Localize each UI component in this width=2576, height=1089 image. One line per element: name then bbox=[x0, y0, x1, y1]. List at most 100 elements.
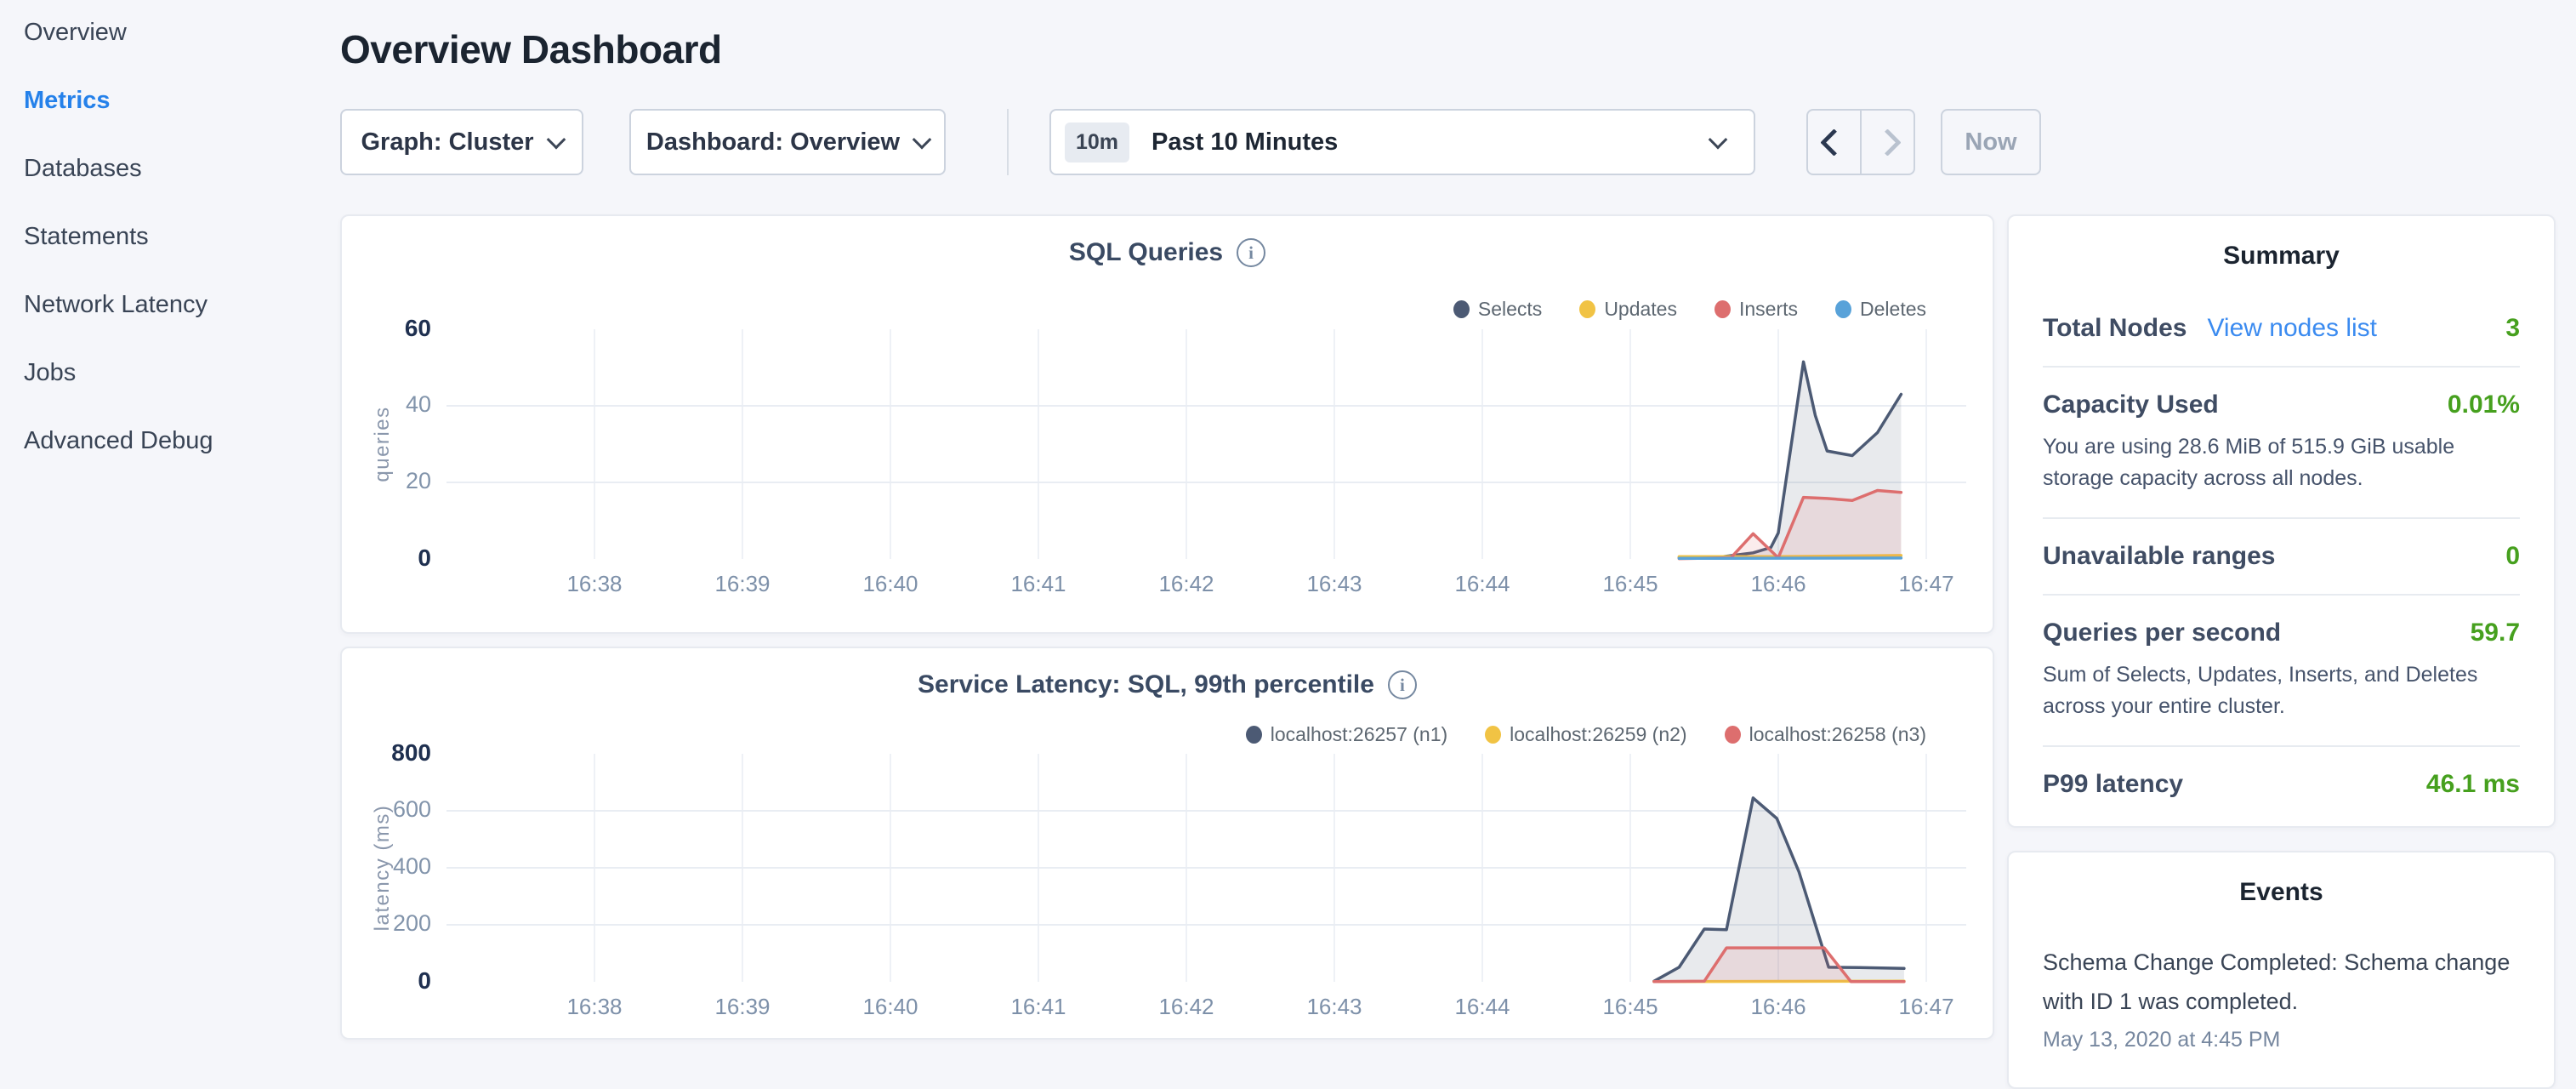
summary-row-capacity-used: Capacity Used 0.01% You are using 28.6 M… bbox=[2043, 368, 2520, 519]
summary-title: Summary bbox=[2043, 242, 2520, 271]
time-step-forward-button[interactable] bbox=[1860, 111, 1914, 174]
x-tick-label: 16:40 bbox=[831, 571, 950, 597]
legend-label: Deletes bbox=[1860, 298, 1926, 321]
x-tick-label: 16:40 bbox=[831, 994, 950, 1020]
sql-queries-plot-area bbox=[446, 329, 1966, 559]
summary-label: Capacity Used bbox=[2043, 391, 2219, 419]
time-range-badge: 10m bbox=[1065, 123, 1129, 162]
chart-legend: localhost:26257 (n1) localhost:26259 (n2)… bbox=[1246, 723, 1926, 746]
summary-label: Queries per second bbox=[2043, 619, 2281, 647]
summary-value: 3 bbox=[2505, 314, 2520, 343]
right-column: Summary Total Nodes View nodes list 3 Ca… bbox=[2007, 214, 2556, 1089]
info-icon[interactable]: i bbox=[1388, 670, 1417, 699]
legend-item: Selects bbox=[1453, 298, 1542, 321]
time-range-dropdown[interactable]: 10m Past 10 Minutes bbox=[1049, 109, 1755, 175]
x-tick-label: 16:43 bbox=[1275, 994, 1394, 1020]
chart-series-svg bbox=[446, 329, 1966, 559]
events-panel: Events Schema Change Completed: Schema c… bbox=[2007, 851, 2556, 1089]
sidebar-item-network-latency[interactable]: Network Latency bbox=[0, 288, 340, 356]
legend-label: Selects bbox=[1478, 298, 1542, 321]
legend-item: localhost:26258 (n3) bbox=[1725, 723, 1926, 746]
sidebar-item-statements[interactable]: Statements bbox=[0, 220, 340, 288]
y-tick-label: 600 bbox=[338, 796, 431, 823]
summary-value: 59.7 bbox=[2471, 619, 2520, 647]
graph-scope-dropdown[interactable]: Graph: Cluster bbox=[340, 109, 583, 175]
legend-dot-icon bbox=[1835, 300, 1851, 318]
x-tick-label: 16:47 bbox=[1867, 571, 1986, 597]
summary-row-total-nodes: Total Nodes View nodes list 3 bbox=[2043, 291, 2520, 368]
chart-legend: Selects Updates Inserts Deletes bbox=[1453, 298, 1926, 321]
x-tick-label: 16:45 bbox=[1571, 994, 1690, 1020]
x-tick-label: 16:43 bbox=[1275, 571, 1394, 597]
sidebar-item-databases[interactable]: Databases bbox=[0, 151, 340, 220]
legend-dot-icon bbox=[1246, 726, 1262, 744]
sidebar-item-overview[interactable]: Overview bbox=[0, 15, 340, 83]
legend-label: Updates bbox=[1604, 298, 1677, 321]
chevron-down-icon bbox=[913, 130, 932, 150]
view-nodes-list-link[interactable]: View nodes list bbox=[2207, 314, 2377, 343]
x-tick-label: 16:41 bbox=[979, 994, 1098, 1020]
chevron-left-icon bbox=[1820, 128, 1848, 157]
sql-queries-chart-card: SQL Queries i Selects Updates Inserts Delet… bbox=[340, 214, 1994, 634]
sidebar-nav: Overview Metrics Databases Statements Ne… bbox=[0, 0, 340, 1052]
y-tick-label: 0 bbox=[338, 967, 431, 995]
legend-label: localhost:26257 (n1) bbox=[1271, 723, 1447, 746]
summary-label: P99 latency bbox=[2043, 770, 2183, 799]
y-tick-label: 400 bbox=[338, 853, 431, 880]
sidebar-item-jobs[interactable]: Jobs bbox=[0, 356, 340, 424]
legend-item: Updates bbox=[1579, 298, 1677, 321]
y-tick-label: 20 bbox=[338, 468, 431, 494]
y-tick-label: 200 bbox=[338, 910, 431, 937]
legend-item: Inserts bbox=[1714, 298, 1798, 321]
summary-row-p99-latency: P99 latency 46.1 ms bbox=[2043, 747, 2520, 822]
summary-value: 0 bbox=[2505, 542, 2520, 571]
events-title: Events bbox=[2043, 878, 2520, 907]
x-tick-label: 16:39 bbox=[683, 994, 802, 1020]
chart-title: Service Latency: SQL, 99th percentile bbox=[918, 670, 1374, 699]
summary-label: Total Nodes bbox=[2043, 314, 2186, 343]
service-latency-chart-card: Service Latency: SQL, 99th percentile i … bbox=[340, 647, 1994, 1040]
sidebar-item-metrics[interactable]: Metrics bbox=[0, 83, 340, 151]
controls-divider bbox=[1007, 109, 1009, 175]
summary-value: 0.01% bbox=[2448, 391, 2520, 419]
y-tick-label: 800 bbox=[338, 739, 431, 767]
summary-subtext: You are using 28.6 MiB of 515.9 GiB usab… bbox=[2043, 431, 2520, 494]
x-tick-label: 16:42 bbox=[1127, 571, 1246, 597]
graph-scope-label: Graph: Cluster bbox=[361, 128, 533, 157]
now-button[interactable]: Now bbox=[1941, 109, 2041, 175]
chevron-down-icon bbox=[546, 130, 566, 150]
sidebar-item-advanced-debug[interactable]: Advanced Debug bbox=[0, 424, 340, 492]
legend-item: Deletes bbox=[1835, 298, 1926, 321]
legend-dot-icon bbox=[1485, 726, 1501, 744]
chevron-right-icon bbox=[1874, 128, 1902, 157]
summary-row-queries-per-second: Queries per second 59.7 Sum of Selects, … bbox=[2043, 596, 2520, 747]
x-tick-label: 16:46 bbox=[1719, 571, 1838, 597]
y-tick-label: 0 bbox=[338, 544, 431, 572]
event-item-text[interactable]: Schema Change Completed: Schema change w… bbox=[2043, 943, 2520, 1021]
summary-subtext: Sum of Selects, Updates, Inserts, and De… bbox=[2043, 659, 2520, 722]
summary-value: 46.1 ms bbox=[2426, 770, 2520, 799]
info-icon[interactable]: i bbox=[1237, 238, 1265, 267]
x-tick-label: 16:45 bbox=[1571, 571, 1690, 597]
x-tick-label: 16:39 bbox=[683, 571, 802, 597]
chart-title-row: SQL Queries i bbox=[342, 238, 1993, 267]
dashboard-dropdown[interactable]: Dashboard: Overview bbox=[629, 109, 946, 175]
x-tick-label: 16:46 bbox=[1719, 994, 1838, 1020]
service-latency-plot-area bbox=[446, 754, 1966, 982]
x-tick-label: 16:38 bbox=[535, 571, 654, 597]
page-title: Overview Dashboard bbox=[340, 26, 2556, 73]
dashboard-dropdown-label: Dashboard: Overview bbox=[646, 128, 900, 157]
time-step-buttons bbox=[1806, 109, 1915, 175]
legend-label: localhost:26259 (n2) bbox=[1510, 723, 1686, 746]
time-range-label: Past 10 Minutes bbox=[1152, 128, 1338, 157]
chevron-down-icon bbox=[1709, 130, 1728, 150]
summary-label: Unavailable ranges bbox=[2043, 542, 2275, 571]
summary-panel: Summary Total Nodes View nodes list 3 Ca… bbox=[2007, 214, 2556, 828]
legend-item: localhost:26257 (n1) bbox=[1246, 723, 1447, 746]
x-tick-label: 16:38 bbox=[535, 994, 654, 1020]
legend-dot-icon bbox=[1725, 726, 1741, 744]
legend-label: Inserts bbox=[1739, 298, 1798, 321]
legend-dot-icon bbox=[1453, 300, 1470, 318]
event-item-timestamp: May 13, 2020 at 4:45 PM bbox=[2043, 1028, 2520, 1052]
time-step-back-button[interactable] bbox=[1808, 111, 1860, 174]
